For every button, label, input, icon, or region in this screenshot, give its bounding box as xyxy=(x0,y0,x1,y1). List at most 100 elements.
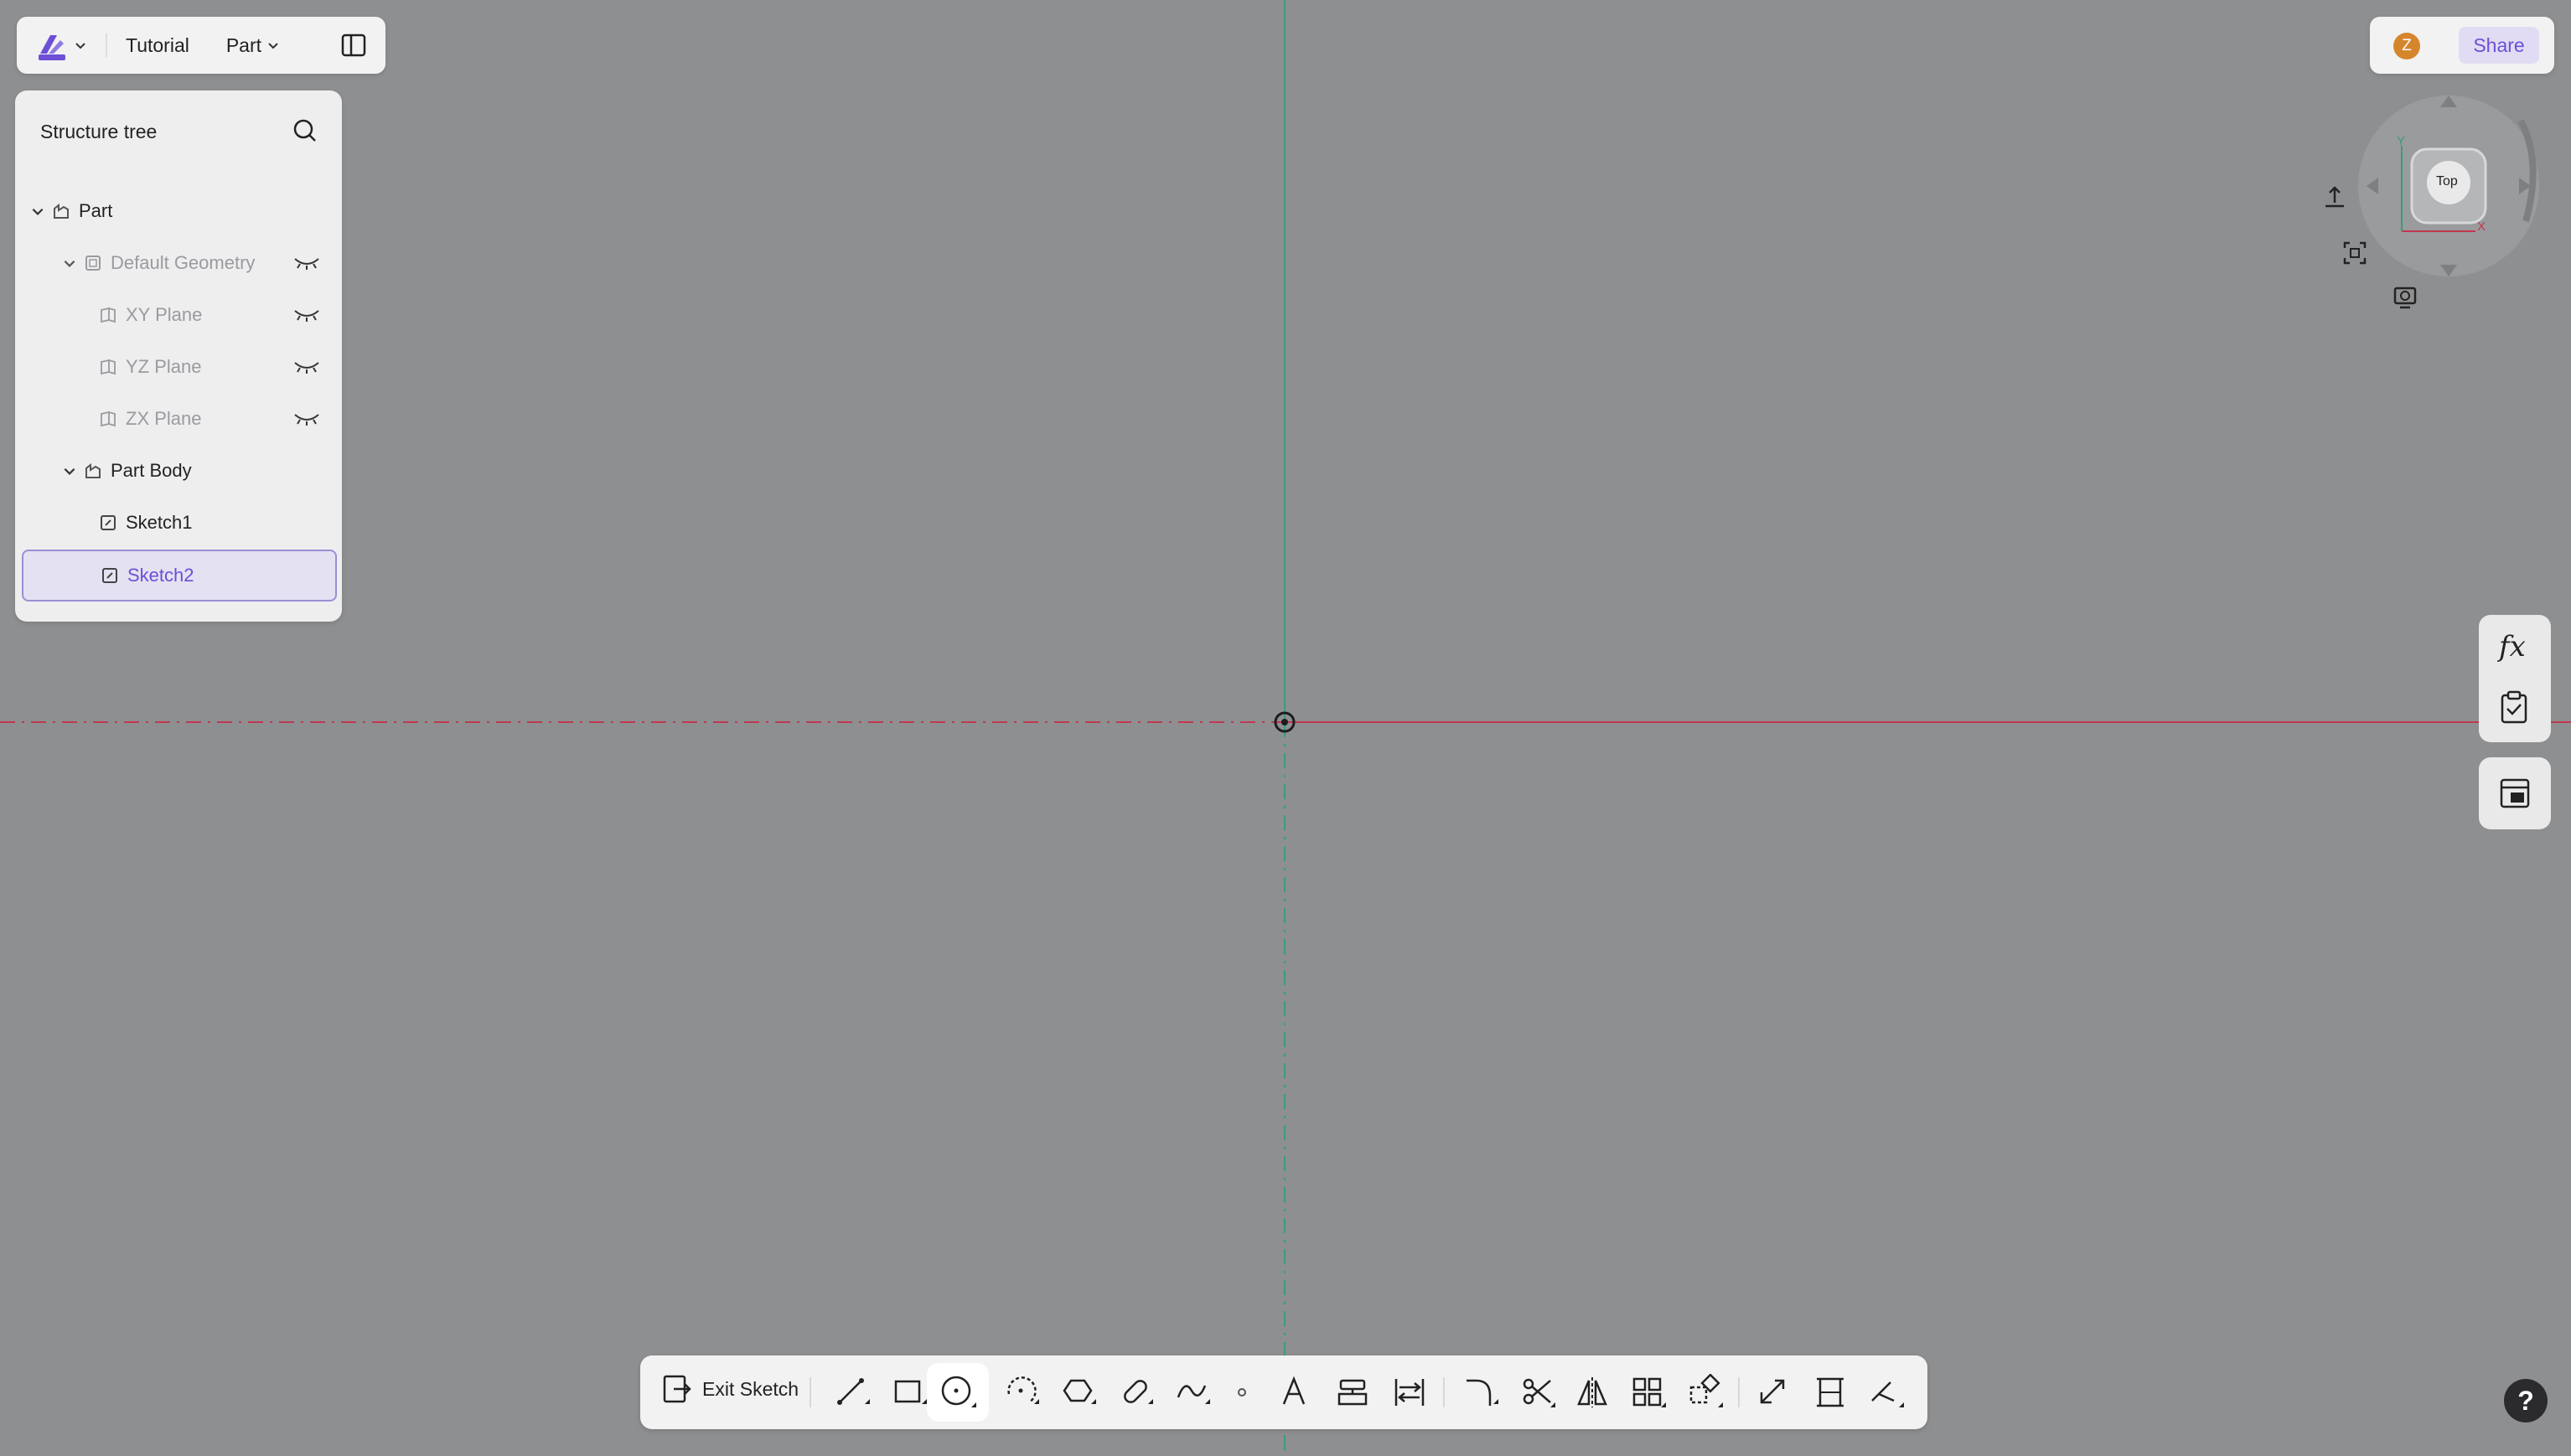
plane-icon xyxy=(101,359,116,375)
sketch-toolbar: Exit Sketch xyxy=(640,1355,1927,1429)
offset-icon xyxy=(1394,1379,1425,1406)
geometry-folder-icon xyxy=(85,256,101,271)
user-bar: Z Share xyxy=(2370,17,2554,74)
transform-tool[interactable] xyxy=(1679,1366,1733,1419)
mirror-icon xyxy=(1577,1377,1607,1407)
exit-sketch-button[interactable]: Exit Sketch xyxy=(662,1374,799,1404)
display-mode-button[interactable] xyxy=(2385,278,2425,318)
sketch-icon xyxy=(102,568,117,583)
circle-icon xyxy=(941,1376,976,1407)
spline-icon xyxy=(1177,1385,1210,1404)
sketch-icon xyxy=(101,515,116,530)
eye-closed-icon[interactable] xyxy=(293,411,320,426)
eye-closed-icon[interactable] xyxy=(293,256,320,271)
eye-closed-icon[interactable] xyxy=(293,307,320,323)
fillet-tool[interactable] xyxy=(1455,1366,1508,1419)
normal-to-sketch-icon xyxy=(2325,186,2344,208)
text-tool[interactable] xyxy=(1267,1366,1321,1419)
tree-item-zx-plane[interactable]: ZX Plane xyxy=(15,395,342,442)
text-icon xyxy=(1282,1376,1306,1405)
clipboard-check-icon xyxy=(2501,690,2527,724)
part-body-icon xyxy=(85,462,101,478)
search-icon xyxy=(293,119,316,142)
top-bar: Tutorial Part xyxy=(17,17,385,74)
offset-tool[interactable] xyxy=(1383,1366,1436,1419)
view-cube[interactable]: Top X Y xyxy=(2350,87,2548,285)
tree-search-button[interactable] xyxy=(292,117,318,144)
polygon-tool[interactable] xyxy=(1053,1366,1106,1419)
tree-item-xy-plane[interactable]: XY Plane xyxy=(15,292,342,338)
chevron-down-icon[interactable] xyxy=(30,204,45,219)
document-type-label: Part xyxy=(225,34,262,56)
polygon-icon xyxy=(1063,1379,1096,1404)
tree-item-label: Sketch2 xyxy=(127,565,194,586)
toggle-panel-button[interactable] xyxy=(340,32,367,59)
dimension-icon xyxy=(1817,1377,1844,1407)
tree-item-label: XY Plane xyxy=(126,304,203,325)
tree-item-default-geometry[interactable]: Default Geometry xyxy=(15,240,342,287)
share-button[interactable]: Share xyxy=(2459,27,2539,64)
view-normal-button[interactable] xyxy=(2315,178,2355,218)
slot-icon xyxy=(1124,1380,1153,1404)
panel-layout-icon xyxy=(341,34,366,57)
tree-item-part-body[interactable]: Part Body xyxy=(15,447,342,494)
right-side-panel: fx xyxy=(2479,615,2551,742)
plane-icon xyxy=(101,410,116,427)
tree-item-label: YZ Plane xyxy=(126,356,202,377)
help-button[interactable]: ? xyxy=(2504,1379,2548,1422)
circle-tool[interactable] xyxy=(927,1363,989,1422)
fit-view-button[interactable] xyxy=(2335,233,2375,273)
project-geometry-icon xyxy=(1337,1379,1368,1406)
table-layout-icon xyxy=(2500,778,2530,808)
arc-tool[interactable] xyxy=(996,1366,1049,1419)
part-icon xyxy=(54,203,69,219)
drawing-button[interactable] xyxy=(2499,777,2531,809)
formula-button[interactable]: fx xyxy=(2499,630,2526,663)
line-tool[interactable] xyxy=(826,1366,880,1419)
slot-tool[interactable] xyxy=(1110,1366,1163,1419)
construction-tool[interactable] xyxy=(1746,1366,1800,1419)
spline-tool[interactable] xyxy=(1167,1366,1220,1419)
tree-item-sketch1[interactable]: Sketch1 xyxy=(15,499,342,546)
fillet-icon xyxy=(1467,1379,1498,1406)
divider xyxy=(1443,1377,1445,1407)
point-tool[interactable] xyxy=(1215,1366,1269,1419)
tree-item-yz-plane[interactable]: YZ Plane xyxy=(15,343,342,390)
eye-closed-icon[interactable] xyxy=(293,359,320,374)
line-icon xyxy=(837,1378,870,1405)
constraint-tool[interactable] xyxy=(1860,1366,1914,1419)
fit-view-icon xyxy=(2343,241,2367,265)
view-cube-face-label[interactable]: Top xyxy=(2436,174,2458,189)
chevron-down-icon[interactable] xyxy=(62,463,77,478)
chevron-down-icon xyxy=(268,43,278,49)
formula-icon: fx xyxy=(2499,630,2526,663)
app-logo-icon xyxy=(39,35,65,60)
arc-icon xyxy=(1007,1376,1039,1404)
display-mode-icon xyxy=(2393,287,2417,309)
right-side-panel-2 xyxy=(2479,757,2551,829)
tree-item-label: Part xyxy=(79,200,113,221)
dimension-tool[interactable] xyxy=(1803,1366,1857,1419)
tree-item-sketch2[interactable]: Sketch2 xyxy=(22,550,337,602)
document-type-dropdown[interactable]: Part xyxy=(226,34,280,57)
project-tool[interactable] xyxy=(1326,1366,1379,1419)
avatar[interactable]: Z xyxy=(2393,33,2420,59)
structure-tree-title: Structure tree xyxy=(40,121,158,142)
mirror-tool[interactable] xyxy=(1565,1366,1619,1419)
exit-sketch-label: Exit Sketch xyxy=(702,1377,799,1400)
chevron-down-icon[interactable] xyxy=(62,256,77,271)
project-name[interactable]: Tutorial xyxy=(126,34,189,57)
checklist-button[interactable] xyxy=(2499,690,2529,724)
point-icon xyxy=(1238,1388,1246,1397)
app-menu-button[interactable] xyxy=(35,28,87,62)
trim-tool[interactable] xyxy=(1512,1366,1565,1419)
sketch-canvas[interactable] xyxy=(0,0,2571,1456)
exit-sketch-icon xyxy=(663,1375,691,1403)
tree-item-part[interactable]: Part xyxy=(15,188,342,235)
plane-icon xyxy=(101,307,116,323)
tree-item-label: Sketch1 xyxy=(126,512,193,533)
y-axis-label: Y xyxy=(2397,134,2406,148)
tree-item-label: Part Body xyxy=(111,460,192,481)
pattern-tool[interactable] xyxy=(1622,1366,1676,1419)
constraint-icon xyxy=(1871,1381,1904,1407)
